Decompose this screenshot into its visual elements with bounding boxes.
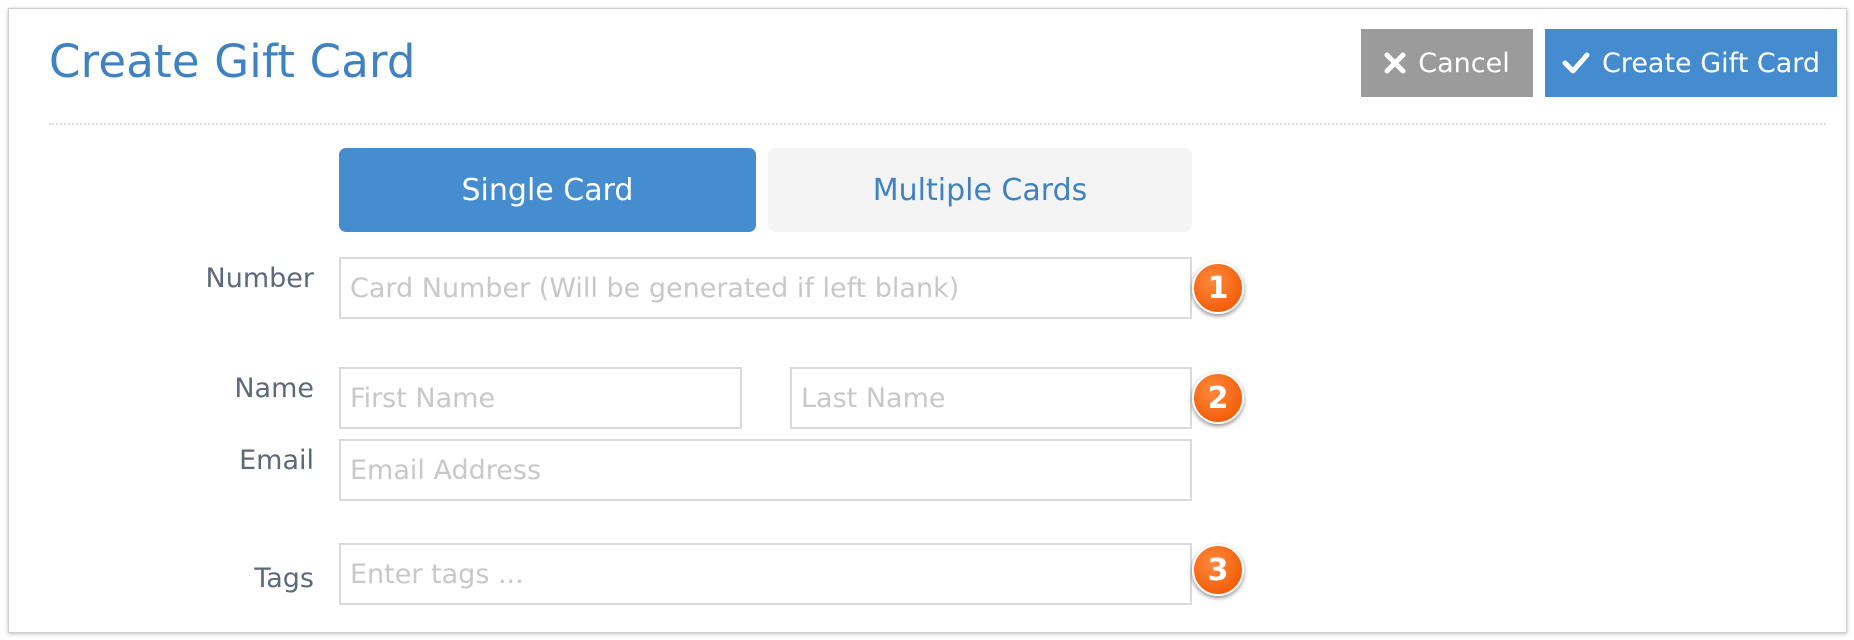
tags-label: Tags: [254, 563, 314, 594]
cancel-button-label: Cancel: [1418, 47, 1510, 79]
create-gift-card-button-label: Create Gift Card: [1601, 47, 1821, 79]
tab-single-card[interactable]: Single Card: [339, 148, 756, 232]
email-label: Email: [239, 445, 314, 476]
card-number-input[interactable]: [339, 257, 1192, 319]
tags-input[interactable]: [339, 543, 1192, 605]
annotation-marker-3: 3: [1192, 544, 1244, 596]
close-icon: [1384, 52, 1406, 74]
last-name-input[interactable]: [790, 367, 1192, 429]
email-input[interactable]: [339, 439, 1192, 501]
name-label: Name: [234, 373, 314, 404]
annotation-marker-2: 2: [1192, 372, 1244, 424]
page-title: Create Gift Card: [49, 35, 416, 88]
tab-multiple-cards[interactable]: Multiple Cards: [768, 148, 1192, 232]
cancel-button[interactable]: Cancel: [1361, 29, 1533, 97]
header-divider: [49, 123, 1826, 125]
create-gift-card-panel: Create Gift Card Cancel Create Gift Card…: [8, 8, 1847, 633]
annotation-marker-1: 1: [1192, 262, 1244, 314]
create-gift-card-button[interactable]: Create Gift Card: [1545, 29, 1837, 97]
first-name-input[interactable]: [339, 367, 742, 429]
number-label: Number: [205, 263, 314, 294]
checkmark-icon: [1562, 52, 1590, 74]
